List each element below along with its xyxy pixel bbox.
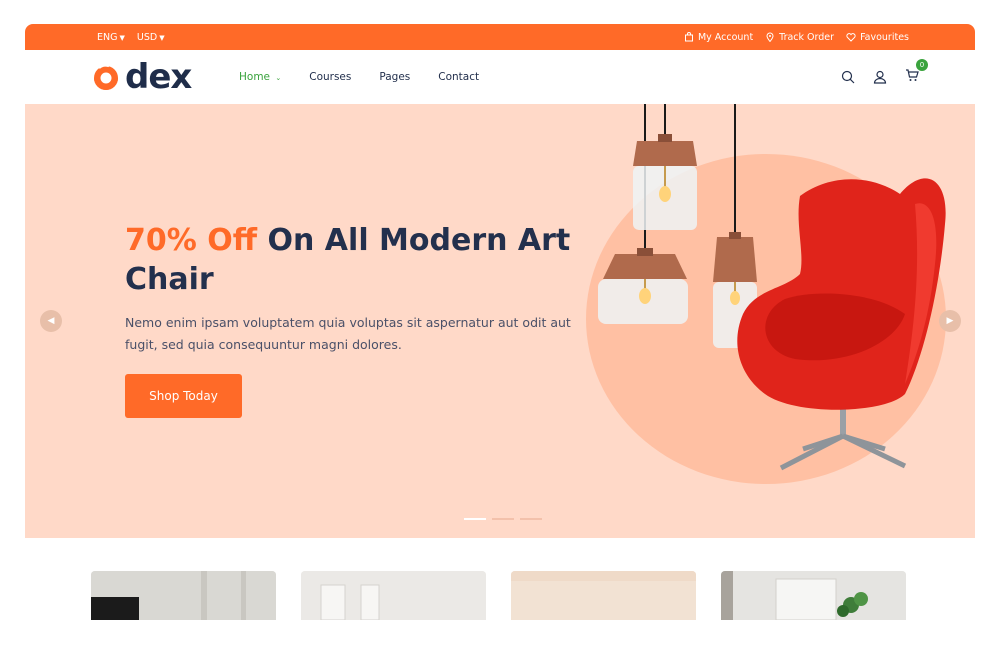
header-icons: 0 [841, 59, 928, 86]
language-selector[interactable]: ENG ▼ [97, 32, 125, 43]
slider-dot[interactable] [520, 518, 542, 520]
nav-item-home[interactable]: Home ⌄ [239, 71, 281, 83]
category-thumbnail[interactable] [511, 571, 696, 620]
currency-selector[interactable]: USD ▼ [137, 32, 165, 43]
chevron-right-icon: ▶ [946, 316, 954, 326]
cart-icon [906, 69, 919, 81]
thumbnail-image [91, 571, 276, 620]
chevron-down-icon: ⌄ [275, 74, 282, 82]
slider-pagination [464, 518, 542, 520]
shop-today-button[interactable]: Shop Today [125, 374, 242, 418]
logo-mark-icon [91, 62, 121, 92]
cart-count-badge: 0 [916, 59, 928, 71]
my-account-link[interactable]: My Account [684, 32, 753, 43]
slider-prev-button[interactable]: ◀ [40, 310, 62, 332]
nav-item-contact[interactable]: Contact [438, 71, 479, 83]
top-bar: ENG ▼ USD ▼ My Account Track Order Favouri… [25, 24, 975, 50]
slider-dot[interactable] [492, 518, 514, 520]
category-thumbnail[interactable] [301, 571, 486, 620]
favourites-link[interactable]: Favourites [846, 32, 909, 43]
thumbnail-image [511, 571, 696, 620]
pendant-lamp-2 [598, 248, 688, 324]
thumbnail-image [301, 571, 486, 620]
category-thumbnails [91, 571, 906, 620]
search-icon[interactable] [841, 70, 855, 84]
logo-text: dex [125, 57, 192, 97]
bag-icon [684, 32, 693, 42]
hero-headline: 70% Off On All Modern Art Chair [125, 221, 595, 299]
track-order-link[interactable]: Track Order [765, 32, 834, 43]
slider-next-button[interactable]: ▶ [939, 310, 961, 332]
main-nav: Home ⌄ Courses Pages Contact [239, 50, 479, 104]
category-thumbnail[interactable] [721, 571, 906, 620]
location-pin-icon [766, 32, 774, 42]
hero-description: Nemo enim ipsam voluptatem quia voluptas… [125, 315, 571, 352]
category-thumbnail[interactable] [91, 571, 276, 620]
chevron-left-icon: ◀ [47, 316, 55, 326]
pendant-lamp-1 [633, 134, 697, 230]
hero-slider: 70% Off On All Modern Art Chair Nemo eni… [25, 104, 975, 538]
page-frame: ENG ▼ USD ▼ My Account Track Order Favouri… [25, 24, 975, 538]
slider-dot[interactable] [464, 518, 486, 520]
nav-item-pages[interactable]: Pages [379, 71, 410, 83]
red-egg-chair [737, 178, 946, 471]
logo[interactable]: dex [91, 57, 192, 97]
thumbnail-image [721, 571, 906, 620]
nav-item-courses[interactable]: Courses [309, 71, 351, 83]
hero-headline-accent: 70% Off [125, 223, 258, 258]
chevron-down-icon: ▼ [159, 33, 165, 42]
heart-icon [846, 33, 856, 42]
chevron-down-icon: ▼ [119, 33, 125, 42]
user-icon[interactable] [873, 70, 887, 84]
main-header: dex Home ⌄ Courses Pages Contact 0 [25, 50, 975, 104]
cart-button[interactable]: 0 [905, 59, 928, 86]
